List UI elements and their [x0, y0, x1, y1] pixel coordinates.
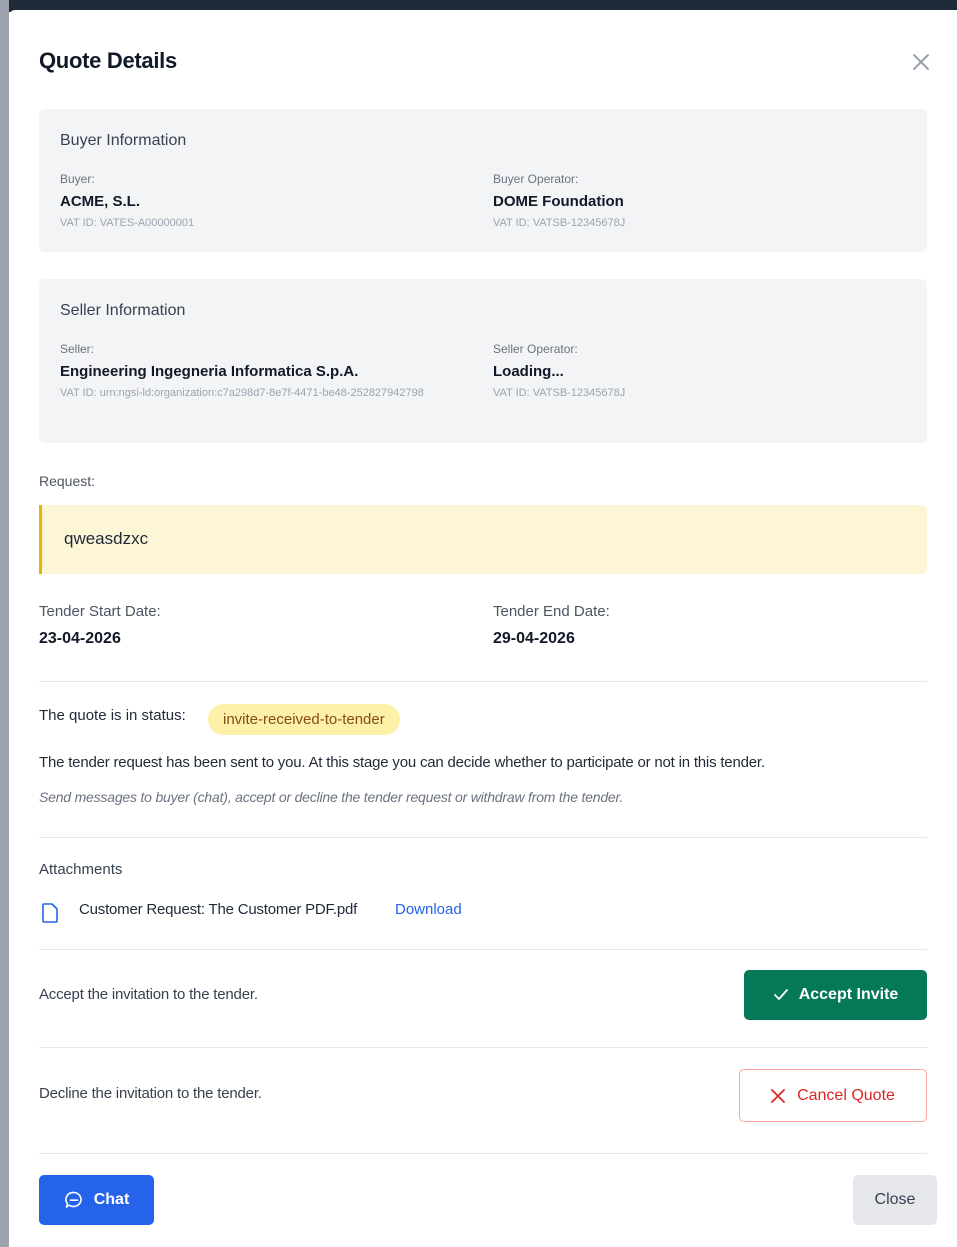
cancel-quote-label: Cancel Quote	[797, 1086, 895, 1104]
divider	[39, 1047, 927, 1048]
request-text: qweasdzxc	[64, 529, 149, 548]
buyer-information-heading: Buyer Information	[60, 132, 187, 149]
status-prefix: The quote is in status:	[39, 707, 186, 724]
buyer-vat-id: VAT ID: VATES-A00000001	[60, 217, 195, 229]
quote-details-modal: Quote Details Buyer Information Buyer: A…	[9, 10, 957, 1247]
buyer-operator-vat-id: VAT ID: VATSB-12345678J	[493, 217, 626, 229]
check-icon	[773, 989, 788, 1000]
close-icon[interactable]	[907, 48, 935, 76]
status-hint: Send messages to buyer (chat), accept or…	[39, 789, 624, 805]
divider	[39, 949, 927, 950]
download-link[interactable]: Download	[395, 901, 462, 918]
attachments-heading: Attachments	[39, 861, 123, 878]
status-description: The tender request has been sent to you.…	[39, 754, 765, 771]
buyer-information-card: Buyer Information Buyer: ACME, S.L. VAT …	[39, 109, 927, 252]
attachment-file-name: Customer Request: The Customer PDF.pdf	[79, 901, 358, 918]
decline-invitation-text: Decline the invitation to the tender.	[39, 1085, 262, 1102]
chat-button[interactable]: Chat	[39, 1175, 154, 1225]
seller-label: Seller:	[60, 342, 95, 356]
close-button[interactable]: Close	[853, 1175, 937, 1225]
cancel-quote-button[interactable]: Cancel Quote	[739, 1069, 927, 1122]
seller-information-heading: Seller Information	[60, 302, 186, 319]
accept-invitation-text: Accept the invitation to the tender.	[39, 986, 258, 1003]
divider	[39, 837, 927, 838]
file-icon	[42, 903, 58, 923]
x-icon	[771, 1088, 785, 1103]
accept-invite-button[interactable]: Accept Invite	[744, 970, 927, 1020]
accept-invite-label: Accept Invite	[798, 986, 899, 1003]
modal-title: Quote Details	[39, 48, 177, 73]
divider	[39, 1153, 927, 1154]
seller-vat-id: VAT ID: urn:ngsi-ld:organization:c7a298d…	[60, 387, 424, 399]
tender-start-date: 23-04-2026	[39, 630, 121, 647]
status-badge: invite-received-to-tender	[208, 704, 400, 735]
request-box: qweasdzxc	[39, 505, 927, 574]
seller-operator-name: Loading...	[493, 363, 564, 380]
chat-label: Chat	[93, 1191, 130, 1208]
tender-start-date-label: Tender Start Date:	[39, 603, 161, 620]
page-backdrop-edge	[0, 0, 9, 1247]
chat-bubble-icon	[64, 1191, 82, 1208]
seller-name: Engineering Ingegneria Informatica S.p.A…	[60, 363, 359, 380]
tender-end-date-label: Tender End Date:	[493, 603, 610, 620]
divider	[39, 681, 927, 682]
request-label: Request:	[39, 473, 96, 489]
buyer-label: Buyer:	[60, 172, 95, 186]
seller-information-card: Seller Information Seller: Engineering I…	[39, 279, 927, 443]
buyer-operator-label: Buyer Operator:	[493, 172, 579, 186]
seller-operator-vat-id: VAT ID: VATSB-12345678J	[493, 387, 626, 399]
seller-operator-label: Seller Operator:	[493, 342, 578, 356]
buyer-name: ACME, S.L.	[60, 193, 141, 210]
buyer-operator-name: DOME Foundation	[493, 193, 624, 210]
tender-end-date: 29-04-2026	[493, 630, 575, 647]
